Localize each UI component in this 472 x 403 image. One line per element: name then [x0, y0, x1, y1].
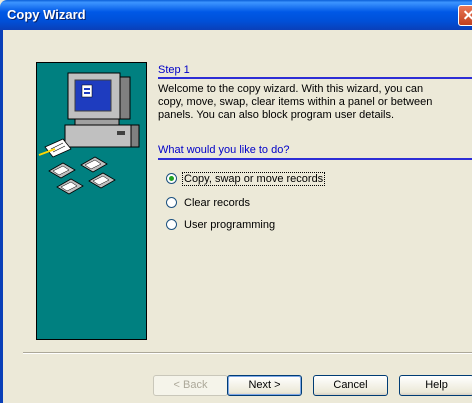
wizard-client-area: Step 1 Welcome to the copy wizard. With … [3, 30, 472, 403]
radio-copy-swap-move[interactable]: Copy, swap or move records [166, 171, 326, 186]
radio-unselected-icon[interactable] [166, 219, 177, 230]
button-separator [23, 352, 472, 354]
next-button[interactable]: Next > [227, 375, 302, 396]
radio-label[interactable]: Copy, swap or move records [181, 171, 326, 186]
help-button[interactable]: Help [399, 375, 472, 396]
computer-illustration [38, 72, 140, 195]
step-divider [158, 77, 472, 79]
title-bar[interactable]: Copy Wizard [0, 0, 472, 30]
radio-unselected-icon[interactable] [166, 197, 177, 208]
radio-label[interactable]: Clear records [183, 197, 251, 209]
question-divider [158, 158, 472, 160]
radio-clear-records[interactable]: Clear records [166, 195, 251, 210]
window-title: Copy Wizard [7, 7, 86, 22]
step-label: Step 1 [158, 64, 190, 76]
cancel-button[interactable]: Cancel [313, 375, 388, 396]
welcome-text: Welcome to the copy wizard. With this wi… [158, 83, 433, 121]
question-label: What would you like to do? [158, 144, 290, 156]
radio-label[interactable]: User programming [183, 219, 276, 231]
close-icon[interactable] [458, 5, 472, 26]
wizard-illustration-panel [36, 62, 147, 340]
radio-user-programming[interactable]: User programming [166, 217, 276, 232]
radio-selected-icon[interactable] [166, 173, 177, 184]
back-button[interactable]: < Back [153, 375, 228, 396]
